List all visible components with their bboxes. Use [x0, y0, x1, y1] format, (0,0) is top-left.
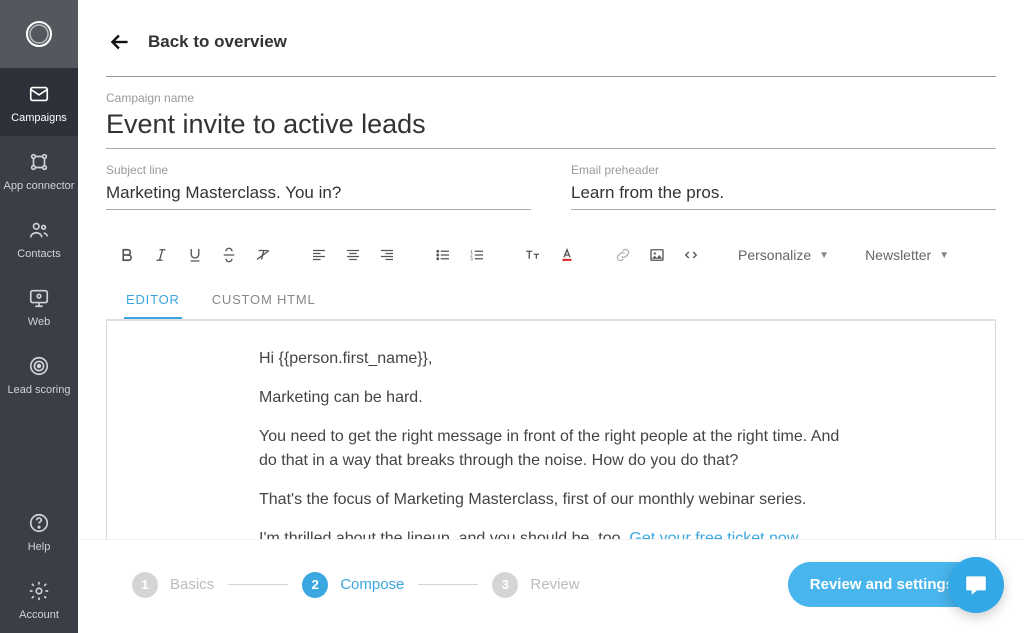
sidebar-item-label: App connector [4, 180, 75, 192]
tab-editor[interactable]: EDITOR [124, 286, 182, 319]
campaign-name-value[interactable]: Event invite to active leads [106, 107, 996, 149]
code-button[interactable] [676, 240, 706, 270]
personalize-label: Personalize [738, 247, 811, 263]
sidebar-item-app-connector[interactable]: App connector [0, 136, 78, 204]
chat-icon [963, 572, 989, 598]
template-dropdown[interactable]: Newsletter ▼ [859, 247, 955, 263]
personalize-dropdown[interactable]: Personalize ▼ [732, 247, 835, 263]
back-row: Back to overview [106, 0, 996, 77]
sidebar-item-label: Lead scoring [8, 384, 71, 396]
editor-toolbar: 123 Personalize ▼ Newsletter ▼ [106, 232, 996, 278]
mail-icon [27, 82, 51, 106]
text-size-button[interactable] [518, 240, 548, 270]
align-center-button[interactable] [338, 240, 368, 270]
web-icon [27, 286, 51, 310]
preheader-field[interactable]: Email preheader Learn from the pros. [571, 149, 996, 210]
sidebar-item-campaigns[interactable]: Campaigns [0, 68, 78, 136]
body-paragraph: That's the focus of Marketing Masterclas… [259, 488, 843, 511]
body-paragraph: You need to get the right message in fro… [259, 425, 843, 471]
sidebar-item-label: Web [28, 316, 50, 328]
sidebar-item-label: Contacts [17, 248, 60, 260]
target-icon [27, 354, 51, 378]
campaign-name-label: Campaign name [106, 91, 996, 105]
strikethrough-button[interactable] [214, 240, 244, 270]
contacts-icon [27, 218, 51, 242]
sidebar: Campaigns App connector Contacts Web Lea… [0, 0, 78, 633]
chevron-down-icon: ▼ [939, 250, 949, 261]
subject-value[interactable]: Marketing Masterclass. You in? [106, 179, 531, 210]
sidebar-item-label: Help [28, 541, 51, 553]
align-right-button[interactable] [372, 240, 402, 270]
sidebar-item-contacts[interactable]: Contacts [0, 204, 78, 272]
app-logo [0, 0, 78, 68]
connector-icon [27, 150, 51, 174]
step-label: Basics [170, 576, 214, 593]
step-number: 3 [492, 572, 518, 598]
campaign-name-field[interactable]: Campaign name Event invite to active lea… [106, 77, 996, 149]
template-label: Newsletter [865, 247, 931, 263]
preheader-label: Email preheader [571, 163, 996, 177]
editor-body[interactable]: Hi {{person.first_name}}, Marketing can … [106, 319, 996, 541]
sidebar-item-web[interactable]: Web [0, 272, 78, 340]
step-compose[interactable]: 2 Compose [302, 572, 404, 598]
bold-button[interactable] [112, 240, 142, 270]
editor: 123 Personalize ▼ Newsletter ▼ EDITOR CU… [106, 232, 996, 541]
preheader-value[interactable]: Learn from the pros. [571, 179, 996, 210]
main-content: Back to overview Campaign name Event inv… [78, 0, 1024, 633]
sidebar-item-lead-scoring[interactable]: Lead scoring [0, 340, 78, 408]
logo-icon [24, 19, 54, 49]
sidebar-item-label: Account [19, 609, 59, 621]
subject-label: Subject line [106, 163, 531, 177]
svg-text:3: 3 [470, 256, 473, 261]
button-label: Review and settings [810, 576, 954, 593]
arrow-left-icon [107, 29, 133, 55]
link-button[interactable] [608, 240, 638, 270]
stepper: 1 Basics 2 Compose 3 Review [132, 572, 580, 598]
text-color-button[interactable] [552, 240, 582, 270]
step-label: Compose [340, 576, 404, 593]
help-icon [27, 511, 51, 535]
image-button[interactable] [642, 240, 672, 270]
italic-button[interactable] [146, 240, 176, 270]
bullet-list-button[interactable] [428, 240, 458, 270]
tab-custom-html[interactable]: CUSTOM HTML [210, 286, 318, 319]
step-review[interactable]: 3 Review [492, 572, 579, 598]
step-label: Review [530, 576, 579, 593]
body-paragraph: Marketing can be hard. [259, 386, 843, 409]
chat-launcher[interactable] [948, 557, 1004, 613]
step-number: 1 [132, 572, 158, 598]
stepper-footer: 1 Basics 2 Compose 3 Review Review and s… [78, 539, 1024, 633]
align-left-button[interactable] [304, 240, 334, 270]
step-basics[interactable]: 1 Basics [132, 572, 214, 598]
subject-field[interactable]: Subject line Marketing Masterclass. You … [106, 149, 531, 210]
editor-tabs: EDITOR CUSTOM HTML [106, 278, 996, 321]
back-label: Back to overview [148, 32, 287, 52]
gear-icon [27, 579, 51, 603]
sidebar-item-help[interactable]: Help [0, 497, 78, 565]
body-paragraph: Hi {{person.first_name}}, [259, 347, 843, 370]
step-number: 2 [302, 572, 328, 598]
step-divider [228, 584, 288, 585]
underline-button[interactable] [180, 240, 210, 270]
clear-format-button[interactable] [248, 240, 278, 270]
sidebar-item-account[interactable]: Account [0, 565, 78, 633]
back-button[interactable] [106, 28, 134, 56]
step-divider [418, 584, 478, 585]
sidebar-item-label: Campaigns [11, 112, 67, 124]
chevron-down-icon: ▼ [819, 250, 829, 261]
numbered-list-button[interactable]: 123 [462, 240, 492, 270]
